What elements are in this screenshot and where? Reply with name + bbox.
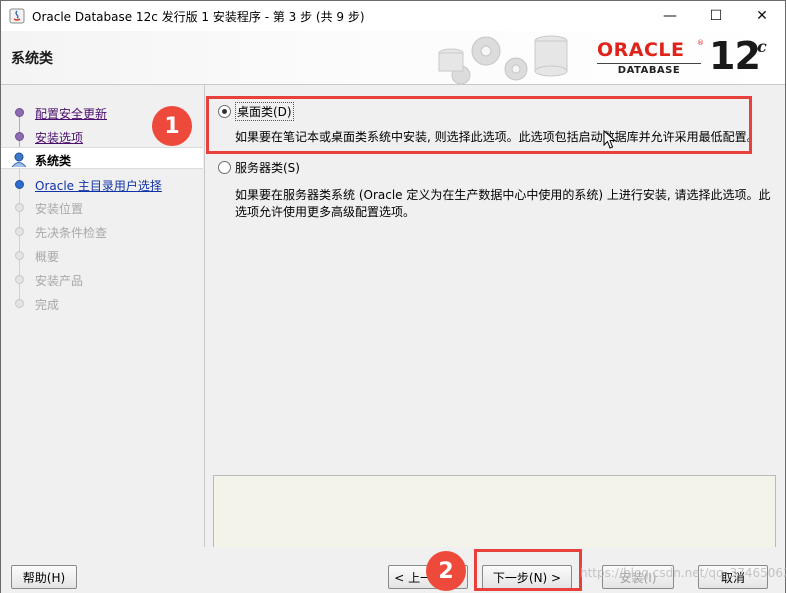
option-description: 如果要在服务器类系统 (Oracle 定义为在生产数据中心中使用的系统) 上进行… [235, 187, 771, 221]
step-label: 安装选项 [35, 131, 84, 145]
step-item-summary: 概要 [1, 244, 203, 266]
current-step-icon [11, 152, 27, 168]
oracle-logo-registered-mark: ® [697, 39, 704, 47]
step-pending-icon [15, 275, 24, 284]
oracle-logo: ORACLE ® DATABASE [597, 39, 705, 79]
version-number: 12 [709, 34, 761, 78]
step-label: 安装位置 [35, 202, 84, 216]
step-pending-icon [15, 251, 24, 260]
oracle-logo-database: DATABASE [597, 63, 701, 77]
message-area [213, 475, 776, 553]
step-label: 系统类 [35, 154, 72, 168]
step-label: 先决条件检查 [35, 226, 108, 240]
oracle-logo-word: ORACLE [597, 39, 685, 61]
maximize-button[interactable]: ☐ [693, 1, 739, 31]
option-label[interactable]: 服务器类(S) [235, 159, 300, 176]
annotation-badge-2: 2 [426, 551, 466, 591]
installer-window: Oracle Database 12c 发行版 1 安装程序 - 第 3 步 (… [0, 0, 786, 593]
gears-decoration-icon [438, 35, 568, 84]
step-pending-icon [15, 203, 24, 212]
java-app-icon [9, 8, 25, 24]
step-label: Oracle 主目录用户选择 [35, 179, 162, 193]
step-label: 安装产品 [35, 274, 84, 288]
mouse-cursor-icon [603, 130, 617, 149]
step-done-icon [15, 132, 24, 141]
step-item-oracle-home-user[interactable]: Oracle 主目录用户选择 [1, 173, 203, 195]
watermark-text: https://blog.csdn.net/qq_37465062 [580, 566, 786, 580]
description-line: 如果要在服务器类系统 (Oracle 定义为在生产数据中心中使用的系统) 上进行… [235, 188, 771, 202]
description-line: 选项允许使用更多高级配置选项。 [235, 205, 416, 219]
header-banner: 系统类 ORACLE ® DATABASE 12 c [1, 31, 785, 85]
close-button[interactable]: ✕ [739, 1, 785, 31]
step-label: 配置安全更新 [35, 107, 108, 121]
step-pending-icon [15, 299, 24, 308]
step-item-install-location: 安装位置 [1, 196, 203, 218]
step-item-install-product: 安装产品 [1, 268, 203, 290]
step-navigation: 配置安全更新 安装选项 系统类 Oracle 主目录用户选择 安装位置 先决条件… [1, 85, 203, 547]
step-label: 完成 [35, 298, 60, 312]
radio-server-class[interactable] [218, 161, 231, 174]
title-bar[interactable]: Oracle Database 12c 发行版 1 安装程序 - 第 3 步 (… [1, 1, 785, 31]
annotation-badge-1: 1 [152, 106, 192, 146]
step-item-finish: 完成 [1, 292, 203, 314]
highlight-box-next-button [474, 549, 582, 591]
step-pending-icon [15, 227, 24, 236]
highlight-box-desktop-option [206, 96, 752, 154]
step-link-icon [15, 180, 24, 189]
version-suffix: c [757, 37, 767, 56]
option-server-class[interactable]: 服务器类(S) [218, 159, 300, 176]
minimize-button[interactable]: — [647, 1, 693, 31]
minimize-icon: — [663, 8, 677, 24]
close-icon: ✕ [756, 8, 768, 24]
page-title: 系统类 [11, 51, 53, 67]
step-item-system-class[interactable]: 系统类 [1, 147, 203, 169]
window-title: Oracle Database 12c 发行版 1 安装程序 - 第 3 步 (… [32, 10, 365, 24]
maximize-icon: ☐ [709, 8, 723, 24]
step-done-icon [15, 108, 24, 117]
step-item-prereq-checks: 先决条件检查 [1, 220, 203, 242]
step-label: 概要 [35, 250, 60, 264]
main-content: 桌面类(D) 如果要在笔记本或桌面类系统中安装, 则选择此选项。此选项包括启动数… [204, 85, 785, 553]
help-button[interactable]: 帮助(H) [11, 565, 77, 589]
